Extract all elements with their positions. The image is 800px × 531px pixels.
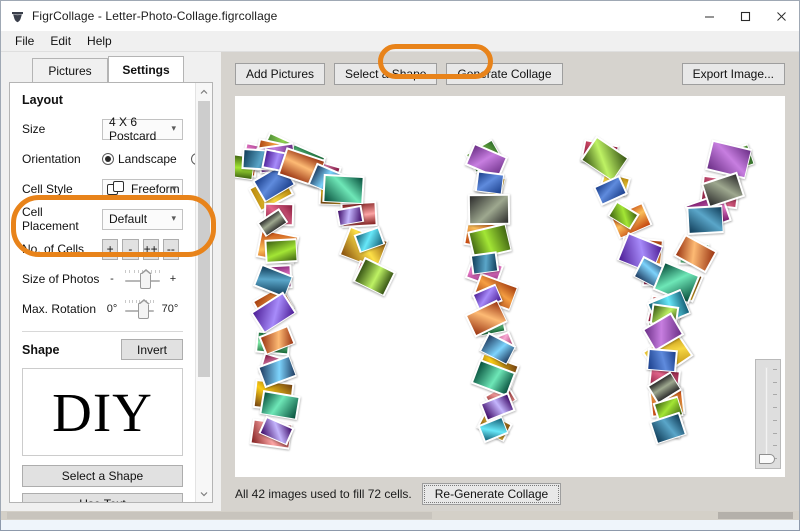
horizontal-scrollbar-thumb[interactable] — [7, 512, 432, 519]
shape-preview[interactable]: DIY — [22, 368, 183, 456]
cells-decrement-large-button[interactable]: -- — [162, 238, 179, 260]
collage-photo — [686, 205, 725, 235]
size-row: Size 4 X 6 Postcard ▾ — [22, 115, 183, 143]
size-of-photos-thumb[interactable] — [140, 269, 153, 289]
settings-panel: Pictures Settings Layout Size 4 X 6 Post… — [1, 52, 221, 511]
select-a-shape-button[interactable]: Select a Shape — [22, 465, 183, 487]
collage-photo — [468, 194, 511, 226]
cell-placement-label: Cell Placement — [22, 205, 79, 233]
cells-increment-large-button[interactable]: ++ — [142, 238, 159, 260]
size-of-photos-min-label: - — [110, 273, 114, 285]
size-of-photos-slider[interactable]: - + — [102, 269, 183, 289]
size-label: Size — [22, 122, 46, 136]
max-rotation-track[interactable] — [125, 299, 154, 319]
collage-artwork — [235, 96, 785, 477]
max-rotation-thumb[interactable] — [137, 299, 150, 319]
export-image-button[interactable]: Export Image... — [681, 63, 785, 85]
settings-scrollbar[interactable] — [195, 83, 212, 502]
collage-photo — [263, 238, 298, 264]
menu-file[interactable]: File — [7, 32, 42, 50]
size-select[interactable]: 4 X 6 Postcard ▾ — [102, 115, 183, 143]
panel-tabs: Pictures Settings — [1, 56, 221, 82]
scroll-up-arrow-icon[interactable] — [196, 83, 212, 100]
radio-landscape[interactable] — [102, 153, 114, 165]
scroll-down-arrow-icon[interactable] — [196, 485, 212, 502]
page-background-strip — [0, 520, 800, 531]
collage-photo — [470, 251, 500, 276]
layout-section-title: Layout — [22, 93, 63, 107]
shape-section-header: Shape Invert — [22, 339, 183, 360]
canvas-area — [235, 96, 785, 477]
shape-preview-text: DIY — [52, 381, 153, 443]
cell-style-row: Cell Style Freeform ▾ — [22, 176, 183, 202]
window-title: FigrCollage - Letter-Photo-Collage.figrc… — [32, 9, 278, 23]
horizontal-scrollbar-end[interactable] — [718, 512, 793, 519]
size-of-photos-row: Size of Photos - + — [22, 266, 183, 292]
scrollbar-thumb[interactable] — [198, 101, 210, 377]
minimize-button[interactable] — [691, 1, 727, 31]
main-body: Pictures Settings Layout Size 4 X 6 Post… — [1, 52, 799, 511]
shape-section-title: Shape — [22, 342, 60, 357]
settings-content: Layout Size 4 X 6 Postcard ▾ Orientation — [10, 83, 212, 502]
zoom-slider-rail — [765, 367, 768, 461]
orientation-row: Orientation Landscape Portrait — [22, 146, 212, 172]
collage-photo — [322, 173, 365, 205]
menu-help[interactable]: Help — [79, 32, 120, 50]
size-of-photos-label: Size of Photos — [22, 272, 100, 286]
max-rotation-label: Max. Rotation — [22, 302, 97, 316]
add-pictures-button[interactable]: Add Pictures — [235, 63, 326, 85]
size-of-photos-track[interactable] — [125, 269, 160, 289]
tab-pictures[interactable]: Pictures — [32, 58, 108, 82]
menu-edit[interactable]: Edit — [42, 32, 79, 50]
zoom-slider[interactable] — [755, 359, 781, 469]
collage-photo — [646, 347, 678, 373]
window-controls — [691, 1, 799, 31]
horizontal-scrollbar[interactable] — [0, 511, 800, 520]
cell-placement-select[interactable]: Default ▾ — [102, 208, 183, 230]
status-message: All 42 images used to fill 72 cells. — [235, 487, 412, 501]
radio-landscape-label: Landscape — [118, 152, 177, 166]
select-a-shape-toolbar-button[interactable]: Select a Shape — [334, 63, 438, 85]
overlapping-squares-icon — [107, 181, 126, 197]
close-button[interactable] — [763, 1, 799, 31]
cells-increment-button[interactable]: + — [102, 238, 119, 260]
collage-photo — [474, 170, 505, 195]
status-bar: All 42 images used to fill 72 cells. Re-… — [221, 477, 799, 511]
settings-frame: Layout Size 4 X 6 Postcard ▾ Orientation — [9, 82, 213, 503]
generate-collage-button[interactable]: Generate Collage — [446, 63, 563, 85]
section-divider — [22, 331, 183, 332]
chevron-down-icon: ▾ — [171, 212, 176, 223]
tab-settings[interactable]: Settings — [108, 56, 184, 82]
app-logo-icon — [10, 9, 24, 23]
collage-canvas[interactable] — [235, 96, 785, 477]
maximize-button[interactable] — [727, 1, 763, 31]
regenerate-collage-button[interactable]: Re-Generate Collage — [421, 483, 562, 505]
cell-style-select[interactable]: Freeform ▾ — [102, 178, 183, 200]
collage-panel: Add Pictures Select a Shape Generate Col… — [221, 52, 799, 511]
max-rotation-min-label: 0° — [106, 303, 118, 315]
application-window: FigrCollage - Letter-Photo-Collage.figrc… — [0, 0, 800, 511]
title-bar: FigrCollage - Letter-Photo-Collage.figrc… — [1, 1, 799, 31]
zoom-slider-thumb[interactable] — [759, 454, 775, 464]
chevron-down-icon: ▾ — [171, 182, 176, 193]
max-rotation-max-label: 70° — [161, 303, 179, 315]
orientation-label: Orientation — [22, 152, 81, 166]
max-rotation-slider[interactable]: 0° 70° — [102, 299, 183, 319]
cell-placement-row: Cell Placement Default ▾ — [22, 205, 183, 233]
cells-decrement-button[interactable]: - — [122, 238, 139, 260]
size-of-photos-max-label: + — [169, 273, 177, 285]
zoom-slider-ticks — [773, 369, 777, 459]
chevron-down-icon: ▾ — [171, 122, 176, 133]
no-of-cells-label: No. of Cells — [22, 242, 85, 256]
max-rotation-row: Max. Rotation 0° 70° — [22, 296, 183, 322]
no-of-cells-row: No. of Cells + - ++ -- — [22, 236, 183, 262]
cell-placement-value: Default — [109, 212, 148, 226]
toolbar: Add Pictures Select a Shape Generate Col… — [221, 52, 799, 96]
cell-style-label: Cell Style — [22, 182, 73, 196]
use-text-button[interactable]: Use Text — [22, 493, 183, 502]
invert-button[interactable]: Invert — [121, 339, 183, 360]
menu-bar: File Edit Help — [1, 31, 799, 52]
